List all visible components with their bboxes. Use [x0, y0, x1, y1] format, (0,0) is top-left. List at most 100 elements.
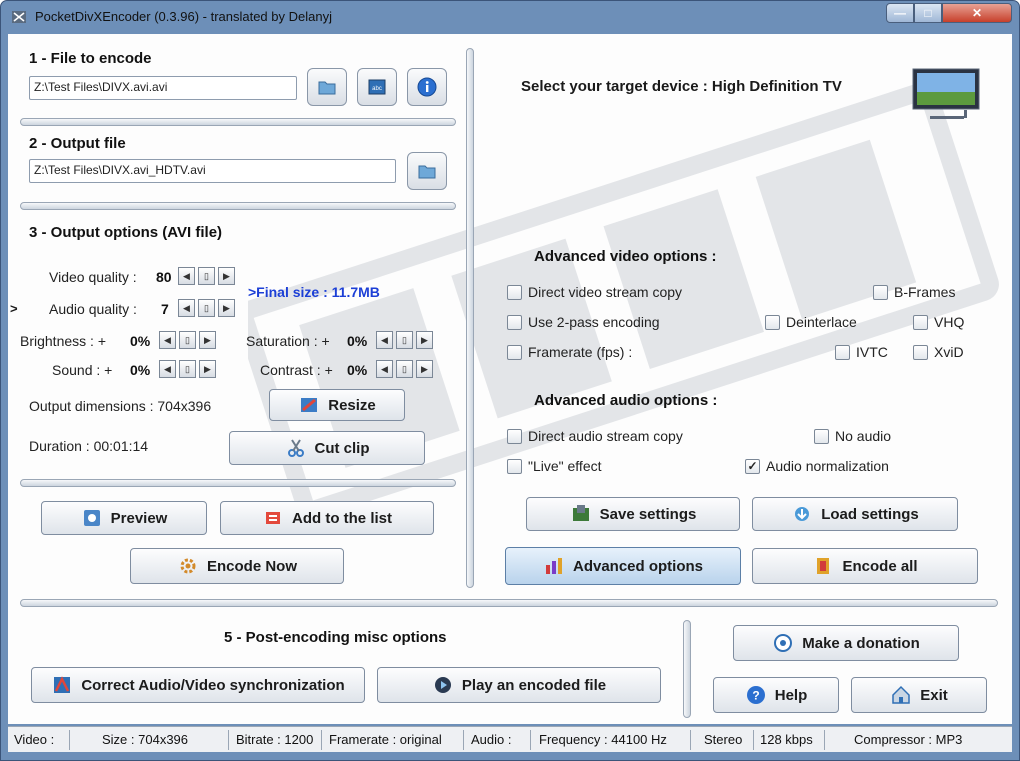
vhq-checkbox[interactable]: VHQ	[913, 314, 964, 330]
increase-icon[interactable]: ▶	[218, 267, 235, 285]
cut-clip-label: Cut clip	[314, 439, 370, 457]
decrease-icon[interactable]: ◀	[178, 299, 195, 317]
saturation-label: Saturation : +	[246, 333, 330, 349]
checkbox-label: Direct audio stream copy	[528, 428, 683, 444]
load-settings-label: Load settings	[821, 505, 919, 523]
load-settings-button[interactable]: Load settings	[752, 497, 958, 531]
decrease-icon[interactable]: ◀	[159, 331, 176, 349]
slider-thumb-icon[interactable]: ▯	[198, 299, 215, 317]
audio-normalization-checkbox[interactable]: ✓ Audio normalization	[745, 458, 889, 474]
brightness-spinner[interactable]: ◀ ▯ ▶	[159, 331, 216, 349]
encode-all-label: Encode all	[842, 557, 918, 575]
checkbox-box[interactable]	[873, 284, 888, 300]
codec-info-button[interactable]: abc	[357, 68, 397, 106]
maximize-button[interactable]: □	[914, 3, 942, 23]
decrease-icon[interactable]: ◀	[376, 360, 393, 378]
encode-all-button[interactable]: Encode all	[752, 548, 978, 584]
checkbox-box[interactable]	[913, 314, 928, 330]
browse-output-button[interactable]	[407, 152, 447, 190]
folder-icon	[418, 165, 436, 179]
direct-video-copy-checkbox[interactable]: Direct video stream copy	[507, 284, 682, 300]
preview-button[interactable]: Preview	[41, 501, 207, 535]
slider-thumb-icon[interactable]: ▯	[179, 331, 196, 349]
xvid-checkbox[interactable]: XviD	[913, 344, 964, 360]
video-quality-value: 80	[156, 269, 172, 285]
checkmark-icon[interactable]: ✓	[745, 458, 760, 474]
checkbox-label: Direct video stream copy	[528, 284, 683, 300]
status-bar: Video : Size : 704x396 Bitrate : 1200 Fr…	[8, 726, 1012, 752]
checkbox-box[interactable]	[507, 428, 522, 444]
advanced-options-button[interactable]: Advanced options	[505, 547, 741, 585]
film-icon: abc	[368, 79, 386, 95]
checkbox-box[interactable]	[507, 284, 522, 300]
increase-icon[interactable]: ▶	[199, 360, 216, 378]
live-effect-checkbox[interactable]: "Live" effect	[507, 458, 602, 474]
direct-audio-copy-checkbox[interactable]: Direct audio stream copy	[507, 428, 683, 444]
slider-thumb-icon[interactable]: ▯	[396, 331, 413, 349]
hdtv-icon[interactable]	[912, 68, 982, 126]
advanced-options-label: Advanced options	[572, 557, 703, 575]
close-button[interactable]: ✕	[942, 3, 1012, 23]
correct-sync-button[interactable]: Correct Audio/Video synchronization	[31, 667, 365, 703]
status-frequency: Frequency : 44100 Hz	[539, 732, 667, 747]
file-info-button[interactable]	[407, 68, 447, 106]
cut-clip-button[interactable]: Cut clip	[229, 431, 425, 465]
encode-now-button[interactable]: Encode Now	[130, 548, 344, 584]
checkbox-box[interactable]	[507, 314, 522, 330]
increase-icon[interactable]: ▶	[416, 360, 433, 378]
deinterlace-checkbox[interactable]: Deinterlace	[765, 314, 857, 330]
exit-label: Exit	[920, 686, 948, 704]
duration-label: Duration : 00:01:14	[29, 438, 149, 454]
checkbox-box[interactable]	[507, 344, 522, 360]
sound-spinner[interactable]: ◀ ▯ ▶	[159, 360, 216, 378]
checkbox-box[interactable]	[913, 344, 928, 360]
decrease-icon[interactable]: ◀	[178, 267, 195, 285]
help-button[interactable]: ? Help	[713, 677, 839, 713]
resize-button[interactable]: Resize	[269, 389, 405, 421]
ivtc-checkbox[interactable]: IVTC	[835, 344, 888, 360]
two-pass-checkbox[interactable]: Use 2-pass encoding	[507, 314, 660, 330]
brightness-value: 0%	[130, 333, 151, 349]
checkbox-label: VHQ	[934, 314, 965, 330]
increase-icon[interactable]: ▶	[199, 331, 216, 349]
increase-icon[interactable]: ▶	[218, 299, 235, 317]
slider-thumb-icon[interactable]: ▯	[396, 360, 413, 378]
increase-icon[interactable]: ▶	[416, 331, 433, 349]
minimize-button[interactable]: —	[886, 3, 914, 23]
video-options-heading: Advanced video options :	[534, 248, 717, 265]
saturation-spinner[interactable]: ◀ ▯ ▶	[376, 331, 433, 349]
checkbox-box[interactable]	[507, 458, 522, 474]
expander-arrow[interactable]: >	[10, 301, 18, 316]
no-audio-checkbox[interactable]: No audio	[814, 428, 891, 444]
decrease-icon[interactable]: ◀	[159, 360, 176, 378]
browse-input-button[interactable]	[307, 68, 347, 106]
add-to-list-button[interactable]: Add to the list	[220, 501, 434, 535]
audio-quality-spinner[interactable]: ◀ ▯ ▶	[178, 299, 235, 317]
slider-thumb-icon[interactable]: ▯	[179, 360, 196, 378]
status-compressor: Compressor : MP3	[854, 732, 963, 747]
contrast-value: 0%	[347, 362, 368, 378]
checkbox-label: No audio	[835, 428, 892, 444]
input-file-field[interactable]: Z:\Test Files\DIVX.avi.avi	[29, 76, 297, 100]
checkbox-label: B-Frames	[894, 284, 956, 300]
exit-button[interactable]: Exit	[851, 677, 987, 713]
status-audio-bitrate: 128 kbps	[760, 732, 813, 747]
bframes-checkbox[interactable]: B-Frames	[873, 284, 955, 300]
save-settings-button[interactable]: Save settings	[526, 497, 740, 531]
decrease-icon[interactable]: ◀	[376, 331, 393, 349]
slider-thumb-icon[interactable]: ▯	[198, 267, 215, 285]
framerate-checkbox[interactable]: Framerate (fps) :	[507, 344, 632, 360]
section3-heading: 3 - Output options (AVI file)	[29, 224, 223, 241]
checkbox-box[interactable]	[814, 428, 829, 444]
output-file-field[interactable]: Z:\Test Files\DIVX.avi_HDTV.avi	[29, 159, 396, 183]
video-quality-spinner[interactable]: ◀ ▯ ▶	[178, 267, 235, 285]
play-encoded-button[interactable]: Play an encoded file	[377, 667, 661, 703]
contrast-spinner[interactable]: ◀ ▯ ▶	[376, 360, 433, 378]
status-divider	[321, 730, 322, 750]
checkbox-box[interactable]	[835, 344, 850, 360]
app-icon	[12, 11, 26, 23]
donate-button[interactable]: Make a donation	[733, 625, 959, 661]
add-list-icon	[266, 512, 280, 524]
checkbox-box[interactable]	[765, 314, 780, 330]
encode-now-label: Encode Now	[206, 557, 297, 575]
